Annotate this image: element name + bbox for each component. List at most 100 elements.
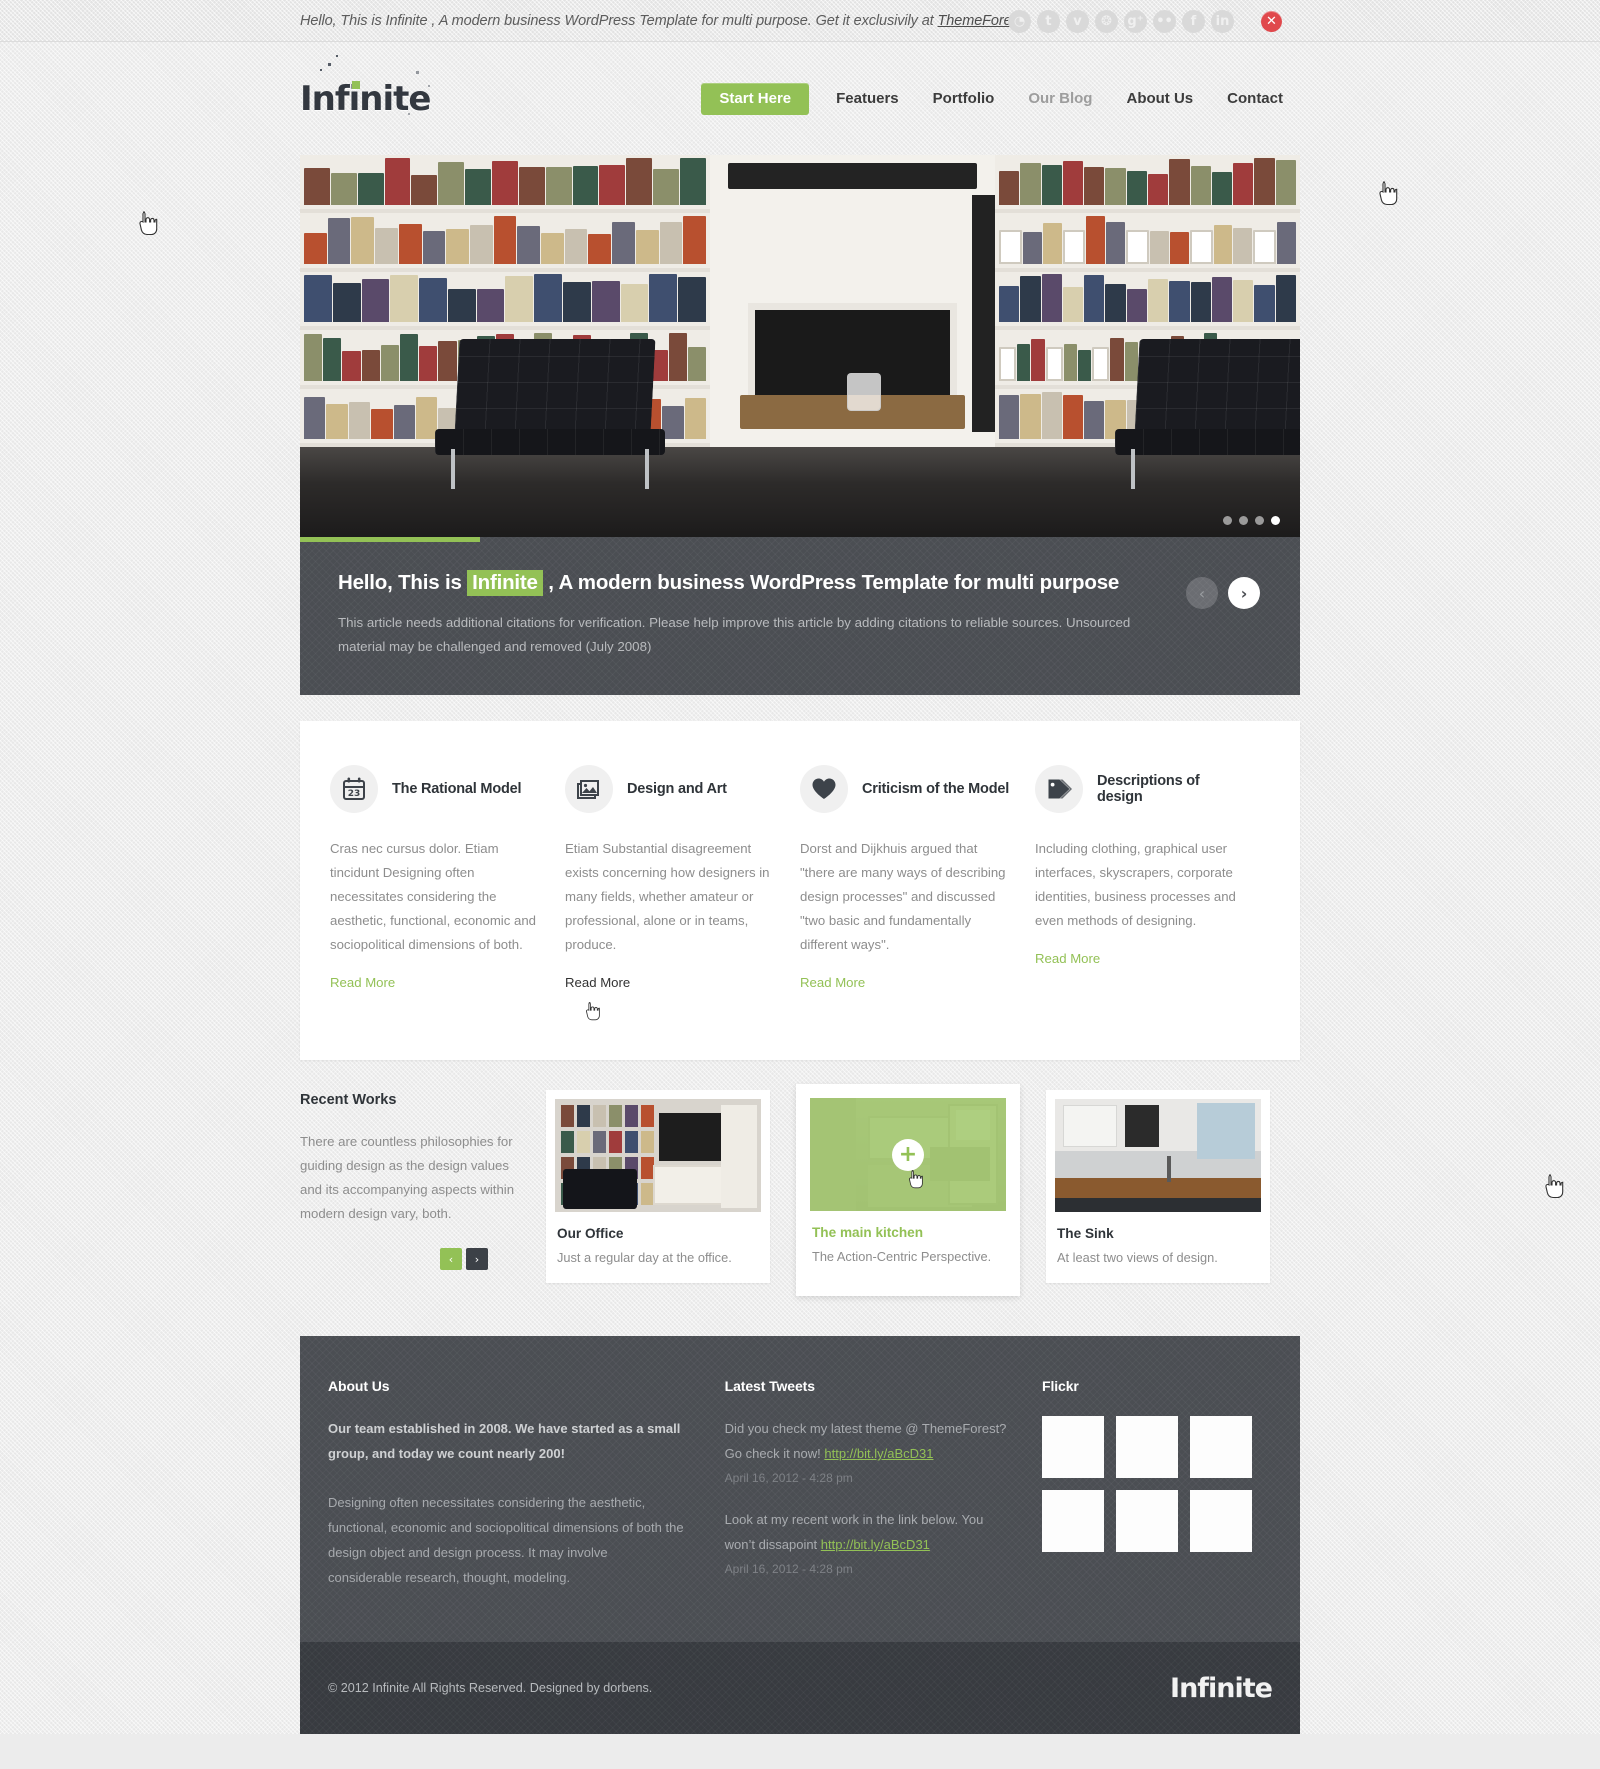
read-more-link[interactable]: Read More	[1035, 951, 1100, 966]
close-icon[interactable]: ✕	[1261, 11, 1282, 32]
read-more-link[interactable]: Read More	[330, 975, 395, 990]
tweet-item: Look at my recent work in the link below…	[725, 1507, 1012, 1576]
slider-title: Hello, This is Infinite , A modern busin…	[338, 571, 1262, 595]
tweet-link[interactable]: http://bit.ly/aBcD31	[821, 1537, 930, 1552]
logo-speck	[328, 63, 331, 66]
site-logo[interactable]: Infinite	[300, 79, 430, 119]
work-thumbnail[interactable]	[1055, 1099, 1261, 1212]
recent-works-arrows: ‹ ›	[440, 1248, 520, 1270]
flickr-thumbnail[interactable]	[1042, 1490, 1104, 1552]
recent-works-title: Recent Works	[300, 1092, 520, 1108]
logo-text: Infinite	[300, 79, 430, 119]
flickr-thumbnail[interactable]	[1116, 1416, 1178, 1478]
tweet-text: Look at my recent work in the link below…	[725, 1507, 1012, 1557]
flickr-thumbnail[interactable]	[1116, 1490, 1178, 1552]
page-root: Hello, This is Infinite , A modern busin…	[0, 0, 1600, 1734]
flickr-thumbnail[interactable]	[1190, 1416, 1252, 1478]
tweet-item: Did you check my latest theme @ ThemeFor…	[725, 1416, 1012, 1485]
slider-prev-button[interactable]: ‹	[1186, 577, 1218, 609]
flickr-icon[interactable]: ••	[1153, 10, 1176, 33]
footer-logo: Infinite	[1170, 1673, 1272, 1704]
slider-body-text: This article needs additional citations …	[338, 611, 1178, 659]
work-title[interactable]: Our Office	[557, 1226, 759, 1241]
google-plus-icon[interactable]: g⁺	[1124, 10, 1147, 33]
feature-heading: Criticism of the Model	[800, 765, 1013, 813]
footer-tweets-heading: Latest Tweets	[725, 1378, 1012, 1394]
nav-item-our-blog[interactable]: Our Blog	[1011, 83, 1109, 115]
copyright-text: © 2012 Infinite All Rights Reserved. Des…	[328, 1681, 652, 1695]
slider-dot-1[interactable]	[1223, 516, 1232, 525]
footer-tweets-column: Latest Tweets Did you check my latest th…	[725, 1378, 1042, 1598]
footer-about-lead: Our team established in 2008. We have st…	[328, 1416, 685, 1466]
feature-title: The Rational Model	[392, 781, 521, 797]
flickr-thumbnail[interactable]	[1042, 1416, 1104, 1478]
slider-title-post: , A modern business WordPress Template f…	[543, 571, 1119, 594]
nav-item-start-here[interactable]: Start Here	[701, 83, 809, 115]
slider-dot-4[interactable]	[1271, 516, 1280, 525]
logo-speck	[428, 85, 430, 87]
features-section: 23 The Rational Model Cras nec cursus do…	[300, 721, 1300, 1060]
tweet-list: Did you check my latest theme @ ThemeFor…	[725, 1416, 1012, 1576]
footer-flickr-heading: Flickr	[1042, 1378, 1272, 1394]
flickr-thumbnail[interactable]	[1190, 1490, 1252, 1552]
vimeo-icon[interactable]: v	[1066, 10, 1089, 33]
dribbble-icon[interactable]: ❂	[1095, 10, 1118, 33]
slider-dot-3[interactable]	[1255, 516, 1264, 525]
image-icon	[565, 765, 613, 813]
read-more-link[interactable]: Read More	[800, 975, 865, 990]
zoom-plus-icon[interactable]: +	[892, 1139, 924, 1171]
work-title[interactable]: The Sink	[1057, 1226, 1259, 1241]
tweet-link[interactable]: http://bit.ly/aBcD31	[824, 1446, 933, 1461]
chair	[1115, 339, 1300, 489]
twitter-icon[interactable]: t	[1037, 10, 1060, 33]
work-card[interactable]: The Sink At least two views of design.	[1046, 1090, 1270, 1283]
feature-body: Including clothing, graphical user inter…	[1035, 837, 1248, 933]
mouse-cursor	[1544, 1173, 1564, 1199]
work-card[interactable]: Our Office Just a regular day at the off…	[546, 1090, 770, 1283]
feature-heading: 23 The Rational Model	[330, 765, 543, 813]
work-meta: The main kitchen The Action-Centric Pers…	[810, 1211, 1006, 1282]
read-more-link[interactable]: Read More	[565, 975, 630, 990]
feature-column: Design and Art Etiam Substantial disagre…	[565, 765, 800, 1018]
slider-dots[interactable]	[1223, 516, 1280, 525]
work-description: Just a regular day at the office.	[557, 1250, 759, 1265]
work-meta: Our Office Just a regular day at the off…	[555, 1212, 761, 1283]
recent-works-section: Recent Works There are countless philoso…	[300, 1090, 1300, 1296]
feature-column: Descriptions of design Including clothin…	[1035, 765, 1270, 1018]
announcement-text: Hello, This is Infinite , A modern busin…	[300, 13, 1023, 29]
slider-dot-2[interactable]	[1239, 516, 1248, 525]
fireplace	[710, 155, 995, 447]
facebook-icon[interactable]: f	[1182, 10, 1205, 33]
work-thumbnail[interactable]: +	[810, 1098, 1006, 1211]
slider-title-highlight: Infinite	[467, 570, 543, 596]
calendar-icon: 23	[330, 765, 378, 813]
feature-title: Criticism of the Model	[862, 781, 1009, 797]
svg-text:23: 23	[348, 789, 361, 799]
works-prev-button[interactable]: ‹	[440, 1248, 462, 1270]
nav-item-contact[interactable]: Contact	[1210, 83, 1300, 115]
thumbnail-hover-overlay[interactable]: +	[810, 1098, 1006, 1211]
tweet-date: April 16, 2012 - 4:28 pm	[725, 1471, 1012, 1485]
work-card[interactable]: + The main kitchen The Action-Centric Pe…	[796, 1084, 1020, 1296]
tag-icon	[1035, 765, 1083, 813]
mouse-cursor	[585, 998, 605, 1024]
work-thumbnail[interactable]	[555, 1099, 761, 1212]
feature-column: 23 The Rational Model Cras nec cursus do…	[330, 765, 565, 1018]
work-description: At least two views of design.	[1057, 1250, 1259, 1265]
logo-accent-dot	[352, 81, 360, 89]
nav-item-featuers[interactable]: Featuers	[819, 83, 916, 115]
top-announcement-bar: Hello, This is Infinite , A modern busin…	[0, 0, 1600, 42]
mouse-cursor	[138, 210, 158, 236]
logo-speck	[320, 69, 322, 71]
linkedin-icon[interactable]: in	[1211, 10, 1234, 33]
nav-item-about-us[interactable]: About Us	[1109, 83, 1210, 115]
tweet-date: April 16, 2012 - 4:28 pm	[725, 1562, 1012, 1576]
works-next-button[interactable]: ›	[466, 1248, 488, 1270]
feature-title: Descriptions of design	[1097, 773, 1248, 805]
slider-image[interactable]	[300, 155, 1300, 537]
slider-next-button[interactable]: ›	[1228, 577, 1260, 609]
footer-flickr-column: Flickr	[1042, 1378, 1272, 1598]
nav-item-portfolio[interactable]: Portfolio	[916, 83, 1012, 115]
work-title[interactable]: The main kitchen	[812, 1225, 1004, 1240]
rss-icon[interactable]: ◔	[1008, 10, 1031, 33]
